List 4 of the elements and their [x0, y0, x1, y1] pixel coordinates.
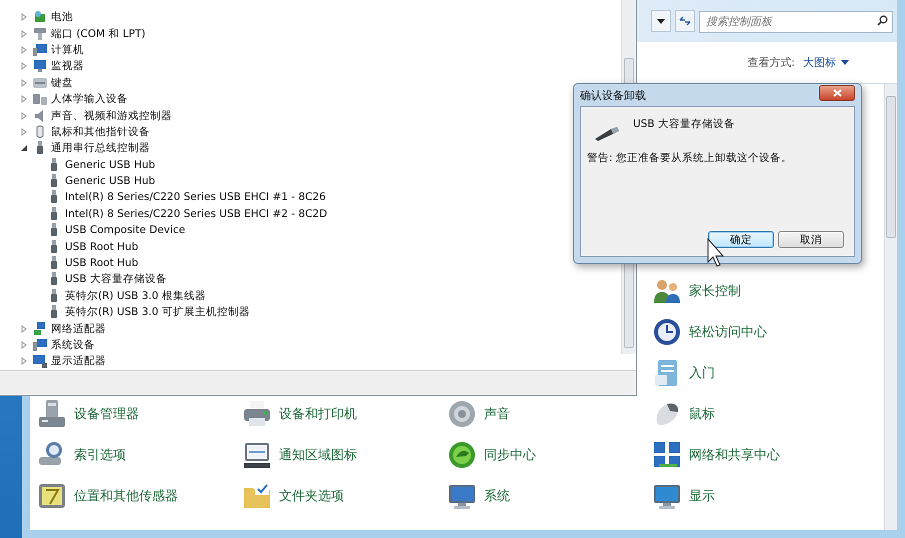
view-by-label: 查看方式: — [747, 55, 795, 70]
device-name: USB 大容量存储设备 — [633, 117, 735, 131]
warning-text: 警告: 您正准备要从系统上卸载这个设备。 — [587, 151, 793, 165]
dialog-title: 确认设备卸载 — [580, 88, 646, 102]
